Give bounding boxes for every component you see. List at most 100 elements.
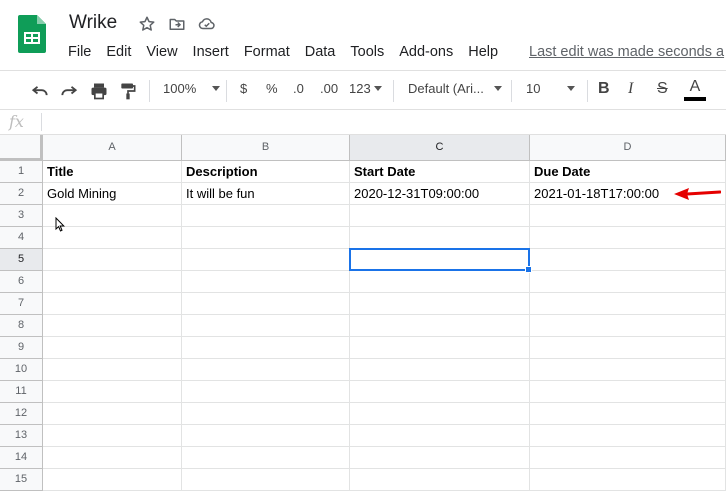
last-edit-link[interactable]: Last edit was made seconds a [529,44,724,60]
select-all-corner[interactable] [0,135,43,161]
menu-help[interactable]: Help [468,44,498,60]
cell-a10[interactable] [43,359,182,381]
cell-d11[interactable] [530,381,726,403]
menu-edit[interactable]: Edit [106,44,131,60]
cell-b13[interactable] [182,425,350,447]
row-header[interactable]: 8 [0,315,43,337]
column-header-d[interactable]: D [530,135,726,161]
row-header[interactable]: 12 [0,403,43,425]
cell-b9[interactable] [182,337,350,359]
cell-d3[interactable] [530,205,726,227]
zoom-dropdown[interactable]: 100% [163,81,221,96]
row-header[interactable]: 15 [0,469,43,491]
cell-b10[interactable] [182,359,350,381]
print-icon[interactable] [89,81,109,101]
cell-c8[interactable] [350,315,530,337]
redo-icon[interactable] [59,81,79,101]
cell-b14[interactable] [182,447,350,469]
cell-b8[interactable] [182,315,350,337]
cell-a2[interactable]: Gold Mining [43,183,182,205]
cell-c13[interactable] [350,425,530,447]
cell-d14[interactable] [530,447,726,469]
cell-c6[interactable] [350,271,530,293]
cell-b12[interactable] [182,403,350,425]
cloud-status-icon[interactable] [198,15,216,33]
cell-b15[interactable] [182,469,350,491]
cell-a5[interactable] [43,249,182,271]
cell-b1[interactable]: Description [182,161,350,183]
row-header[interactable]: 3 [0,205,43,227]
cell-c1[interactable]: Start Date [350,161,530,183]
menu-view[interactable]: View [146,44,177,60]
row-header[interactable]: 1 [0,161,43,183]
decrease-decimal-button[interactable]: .0 [293,81,304,96]
strikethrough-button[interactable]: S [657,80,668,98]
row-header[interactable]: 9 [0,337,43,359]
cell-b6[interactable] [182,271,350,293]
cell-d9[interactable] [530,337,726,359]
cell-c12[interactable] [350,403,530,425]
document-title[interactable]: Wrike [69,12,117,34]
cell-d12[interactable] [530,403,726,425]
column-header-c[interactable]: C [350,135,530,161]
cell-a9[interactable] [43,337,182,359]
cell-a11[interactable] [43,381,182,403]
cell-a14[interactable] [43,447,182,469]
cell-c10[interactable] [350,359,530,381]
font-size-dropdown[interactable]: 10 [526,81,576,96]
row-header[interactable]: 10 [0,359,43,381]
italic-button[interactable]: I [628,80,633,98]
column-header-a[interactable]: A [43,135,182,161]
cell-a13[interactable] [43,425,182,447]
cell-b2[interactable]: It will be fun [182,183,350,205]
cell-c9[interactable] [350,337,530,359]
row-header[interactable]: 14 [0,447,43,469]
increase-decimal-button[interactable]: .00 [320,81,338,96]
cell-d10[interactable] [530,359,726,381]
cell-d8[interactable] [530,315,726,337]
font-family-dropdown[interactable]: Default (Ari... [408,81,502,96]
bold-button[interactable]: B [598,80,610,98]
cell-a7[interactable] [43,293,182,315]
row-header[interactable]: 6 [0,271,43,293]
text-color-button[interactable]: A [684,78,706,101]
cell-d7[interactable] [530,293,726,315]
cell-b11[interactable] [182,381,350,403]
column-header-b[interactable]: B [182,135,350,161]
cell-d5[interactable] [530,249,726,271]
sheets-logo-icon[interactable] [18,15,46,53]
cell-a15[interactable] [43,469,182,491]
menu-data[interactable]: Data [305,44,336,60]
row-header[interactable]: 4 [0,227,43,249]
menu-tools[interactable]: Tools [350,44,384,60]
cell-a8[interactable] [43,315,182,337]
cell-d1[interactable]: Due Date [530,161,726,183]
cell-d13[interactable] [530,425,726,447]
row-header[interactable]: 5 [0,249,43,271]
menu-addons[interactable]: Add-ons [399,44,453,60]
cell-c4[interactable] [350,227,530,249]
row-header[interactable]: 11 [0,381,43,403]
cell-c15[interactable] [350,469,530,491]
cell-a1[interactable]: Title [43,161,182,183]
cell-c3[interactable] [350,205,530,227]
more-formats-dropdown[interactable]: 123 [349,81,382,96]
percent-format-button[interactable]: % [266,81,278,96]
menu-insert[interactable]: Insert [193,44,229,60]
cell-b7[interactable] [182,293,350,315]
cell-d15[interactable] [530,469,726,491]
row-header[interactable]: 2 [0,183,43,205]
cell-c11[interactable] [350,381,530,403]
cell-a12[interactable] [43,403,182,425]
star-icon[interactable] [138,15,156,33]
cell-b3[interactable] [182,205,350,227]
cell-d6[interactable] [530,271,726,293]
cell-a6[interactable] [43,271,182,293]
fill-handle[interactable] [525,266,532,273]
cell-b5[interactable] [182,249,350,271]
row-header[interactable]: 13 [0,425,43,447]
cell-d4[interactable] [530,227,726,249]
cell-b4[interactable] [182,227,350,249]
menu-format[interactable]: Format [244,44,290,60]
paint-format-icon[interactable] [118,81,138,101]
